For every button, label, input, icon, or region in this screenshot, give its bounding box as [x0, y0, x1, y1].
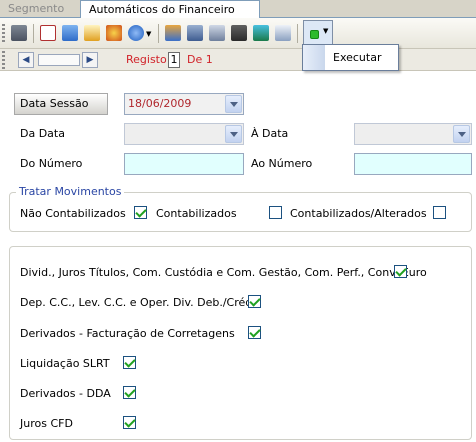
a-data-label: À Data [251, 127, 289, 140]
run-dropdown-menu: Executar [302, 44, 399, 71]
menu-gutter [303, 45, 325, 70]
do-numero-label: Do Número [20, 157, 83, 170]
data-sessao-label: Data Sessão [14, 93, 108, 115]
device-icon[interactable] [253, 25, 269, 41]
contabilizados-label: Contabilizados [156, 207, 237, 220]
calendar-icon[interactable] [40, 25, 56, 41]
data-sessao-combo[interactable]: 18/06/2009 [124, 93, 244, 115]
da-data-label: Da Data [20, 127, 65, 140]
toolbar-separator [33, 24, 34, 43]
option-label: Derivados - DDA [20, 387, 111, 400]
chevron-right-icon: ▶ [86, 55, 94, 65]
tab-strip: Segmento Automáticos do Financeiro (v1.0… [0, 0, 476, 33]
run-button[interactable]: ▼ [303, 20, 333, 47]
nao-contabilizados-checkbox[interactable] [134, 206, 147, 219]
record-navigator: ◀ ▶ Registo 1 De 1 [0, 49, 476, 71]
tab-segmento[interactable]: Segmento [0, 0, 80, 18]
registo-label: Registo [126, 53, 167, 66]
chevron-down-icon[interactable] [453, 125, 470, 143]
tratar-movimentos-title: Tratar Movimentos [16, 185, 125, 198]
option-label: Liquidação SLRT [20, 357, 110, 370]
option-checkbox[interactable] [123, 356, 136, 369]
contabilizados-checkbox[interactable] [269, 206, 282, 219]
contabilizados-alterados-checkbox[interactable] [433, 206, 446, 219]
toolbar-grip[interactable] [2, 24, 5, 43]
ao-numero-label: Ao Número [251, 157, 313, 170]
prev-record-button[interactable]: ◀ [18, 52, 34, 68]
do-numero-input[interactable] [124, 153, 244, 175]
next-record-button[interactable]: ▶ [82, 52, 98, 68]
card-icon[interactable] [231, 25, 247, 41]
ao-numero-input[interactable] [354, 153, 472, 175]
option-checkbox[interactable] [123, 416, 136, 429]
navbar-grip[interactable] [2, 51, 5, 70]
chevron-down-icon[interactable] [225, 125, 242, 143]
registo-total: De 1 [187, 53, 213, 66]
calculator-icon[interactable] [275, 25, 291, 41]
toolbar-separator [297, 24, 298, 43]
documents-icon[interactable] [209, 25, 225, 41]
data-sessao-value: 18/06/2009 [128, 97, 192, 110]
help-icon[interactable] [128, 25, 144, 41]
option-checkbox[interactable] [123, 386, 136, 399]
settings-icon[interactable] [106, 25, 122, 41]
list-icon[interactable] [62, 25, 78, 41]
option-checkbox[interactable] [248, 295, 261, 308]
option-label: Dep. C.C., Lev. C.C. e Oper. Div. Deb./C… [20, 296, 256, 309]
tab-automaticos[interactable]: Automáticos do Financeiro (v1.0) [80, 0, 260, 33]
chevron-down-icon[interactable] [225, 95, 242, 113]
a-data-combo[interactable] [354, 123, 472, 145]
nao-contabilizados-label: Não Contabilizados [20, 207, 126, 220]
printer-icon[interactable] [11, 25, 27, 41]
da-data-combo[interactable] [124, 123, 244, 145]
database-icon[interactable] [187, 25, 203, 41]
users-icon[interactable] [165, 25, 181, 41]
option-label: Divid., Juros Títulos, Com. Custódia e C… [20, 266, 427, 279]
menu-item-executar[interactable]: Executar [333, 51, 382, 64]
edit-icon[interactable] [84, 25, 100, 41]
toolbar: ▼ ▼ [0, 18, 476, 49]
record-scrollbar[interactable] [38, 54, 80, 66]
option-label: Derivados - Facturação de Corretagens [20, 327, 235, 340]
registo-input[interactable]: 1 [168, 52, 180, 68]
green-square-icon [310, 30, 319, 39]
chevron-left-icon: ◀ [22, 55, 30, 65]
option-checkbox[interactable] [248, 326, 261, 339]
option-checkbox[interactable] [394, 265, 407, 278]
toolbar-separator [158, 24, 159, 43]
help-dropdown-arrow-icon[interactable]: ▼ [146, 30, 151, 38]
option-label: Juros CFD [20, 417, 73, 430]
contabilizados-alterados-label: Contabilizados/Alterados [290, 207, 427, 220]
chevron-down-icon: ▼ [323, 27, 329, 35]
